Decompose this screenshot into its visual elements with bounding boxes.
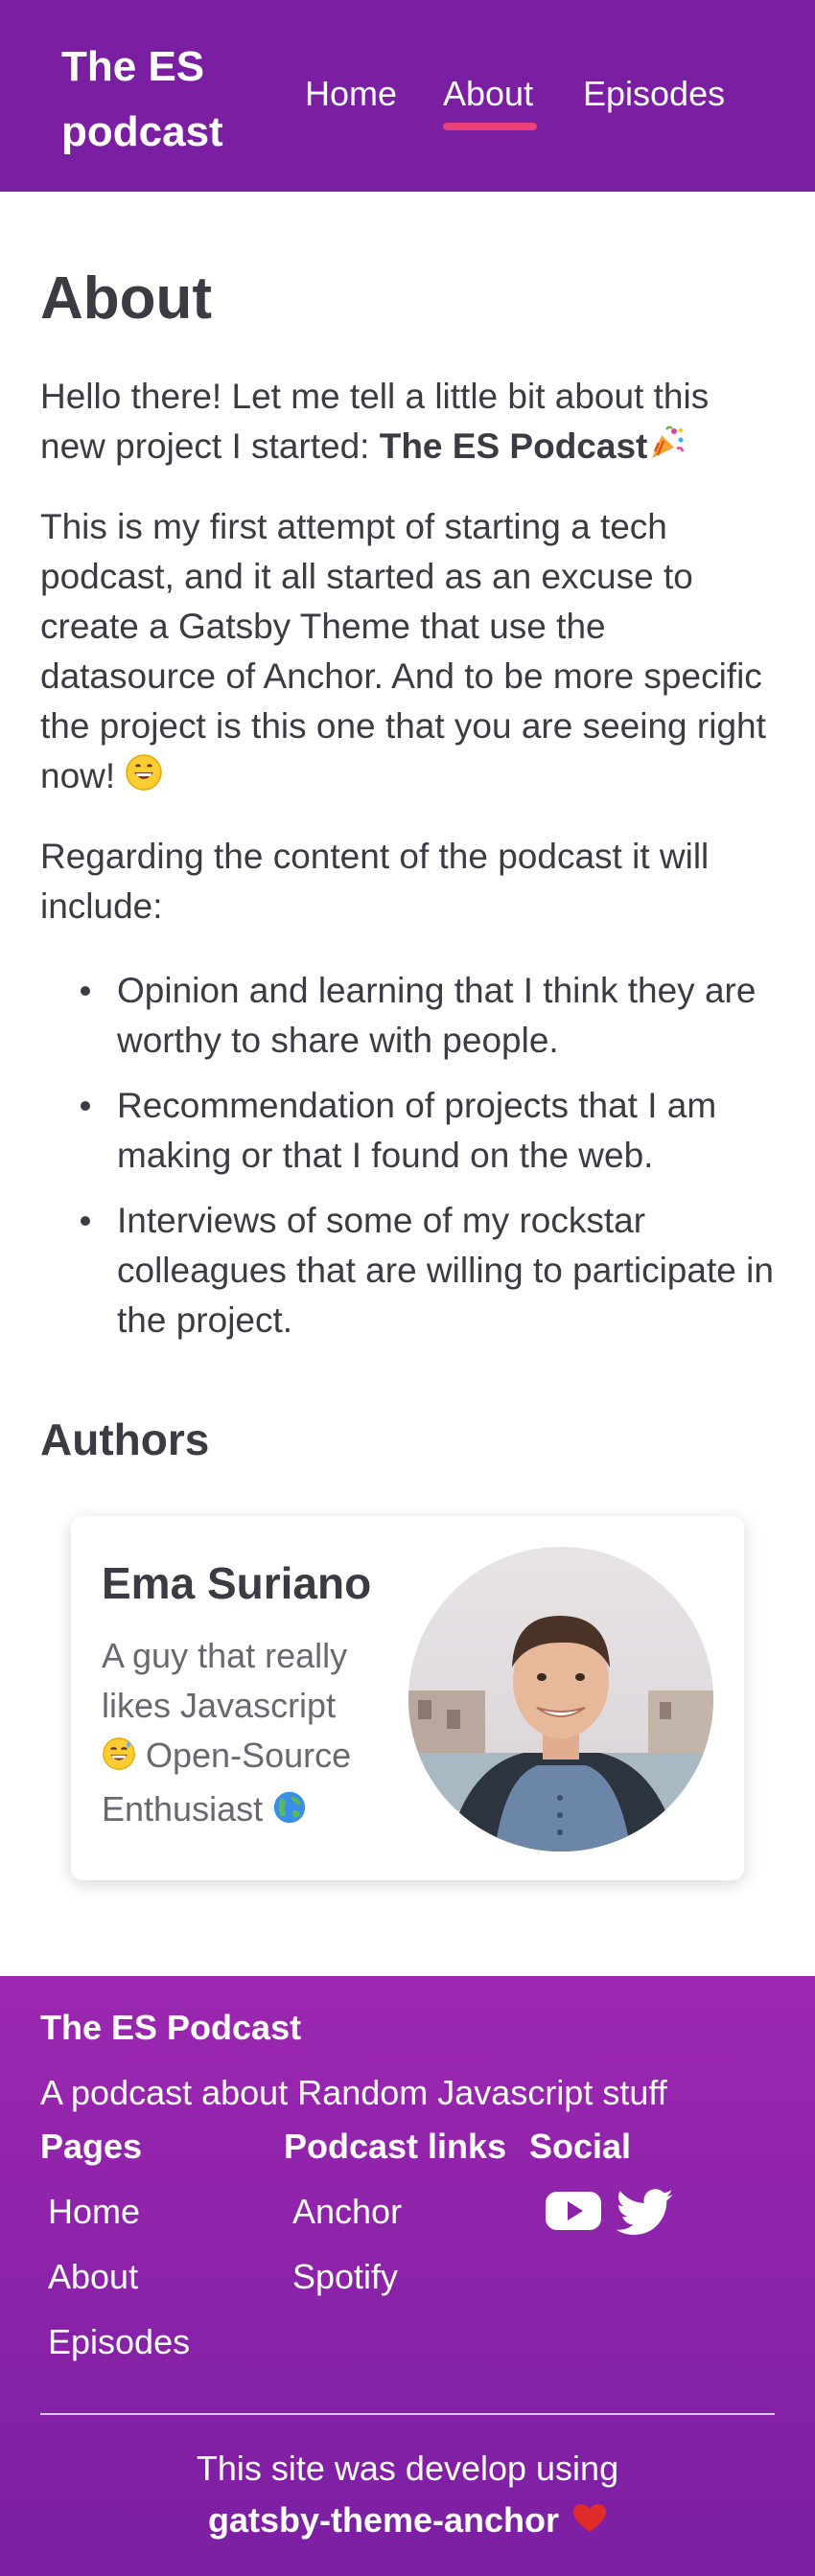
nav-about-link[interactable]: About: [443, 73, 533, 115]
footer-divider: [40, 2413, 775, 2415]
twitter-icon[interactable]: [616, 2189, 675, 2242]
footer-link-episodes[interactable]: Episodes: [48, 2319, 190, 2365]
sweat-smile-icon: [102, 1735, 136, 1784]
grinning-face-icon: [125, 753, 163, 805]
credit-theme-name[interactable]: gatsby-theme-anchor: [208, 2500, 559, 2540]
site-footer: The ES Podcast A podcast about Random Ja…: [0, 1976, 815, 2576]
footer-link-home[interactable]: Home: [48, 2189, 140, 2235]
list-item: Interviews of some of my rockstar collea…: [81, 1196, 788, 1346]
credit-theme: gatsby-theme-anchor: [0, 2497, 815, 2545]
intro-podcast-name: The ES Podcast: [379, 426, 648, 466]
list-item: Recommendation of projects that I am mak…: [81, 1081, 788, 1181]
author-avatar: [408, 1547, 713, 1852]
youtube-icon[interactable]: [545, 2189, 602, 2238]
description-text: This is my first attempt of starting a t…: [40, 507, 766, 795]
heart-icon: [572, 2499, 607, 2545]
content-intro-paragraph: Regarding the content of the podcast it …: [40, 837, 710, 926]
nav-home-link[interactable]: Home: [305, 73, 397, 115]
footer-link-about[interactable]: About: [48, 2254, 138, 2300]
author-card: Ema Suriano A guy that really likes Java…: [71, 1516, 744, 1880]
content-list: Opinion and learning that I think they a…: [81, 966, 788, 1361]
intro-paragraph: Hello there! Let me tell a little bit ab…: [40, 372, 779, 475]
footer-social-heading: Social: [529, 2127, 632, 2166]
footer-description: A podcast about Random Javascript stuff: [40, 2073, 667, 2112]
credit-text: This site was develop using: [196, 2449, 619, 2488]
logo-line-2: podcast: [61, 108, 223, 155]
author-bio-text-2: Open-Source Enthusiast: [102, 1736, 352, 1828]
nav-episodes-link[interactable]: Episodes: [583, 73, 725, 115]
footer-title: The ES Podcast: [40, 2008, 302, 2047]
footer-link-spotify[interactable]: Spotify: [292, 2254, 398, 2300]
footer-link-anchor[interactable]: Anchor: [292, 2189, 402, 2235]
authors-heading: Authors: [40, 1414, 210, 1464]
logo-line-1: The ES: [61, 43, 205, 90]
page-title: About: [40, 265, 213, 332]
description-paragraph: This is my first attempt of starting a t…: [40, 502, 779, 805]
site-logo-link[interactable]: The ES podcast: [61, 34, 272, 165]
footer-podcast-links-heading: Podcast links: [284, 2127, 507, 2166]
author-bio: A guy that really likes Javascript Open-…: [102, 1631, 389, 1838]
footer-pages-heading: Pages: [40, 2127, 143, 2166]
globe-icon: [272, 1788, 307, 1838]
active-nav-indicator: [443, 123, 537, 130]
author-name: Ema Suriano: [102, 1558, 372, 1608]
list-item: Opinion and learning that I think they a…: [81, 966, 788, 1066]
party-popper-icon: [647, 424, 686, 475]
author-bio-text-1: A guy that really likes Javascript: [102, 1636, 348, 1725]
site-header: The ES podcast Home About Episodes: [0, 0, 815, 192]
